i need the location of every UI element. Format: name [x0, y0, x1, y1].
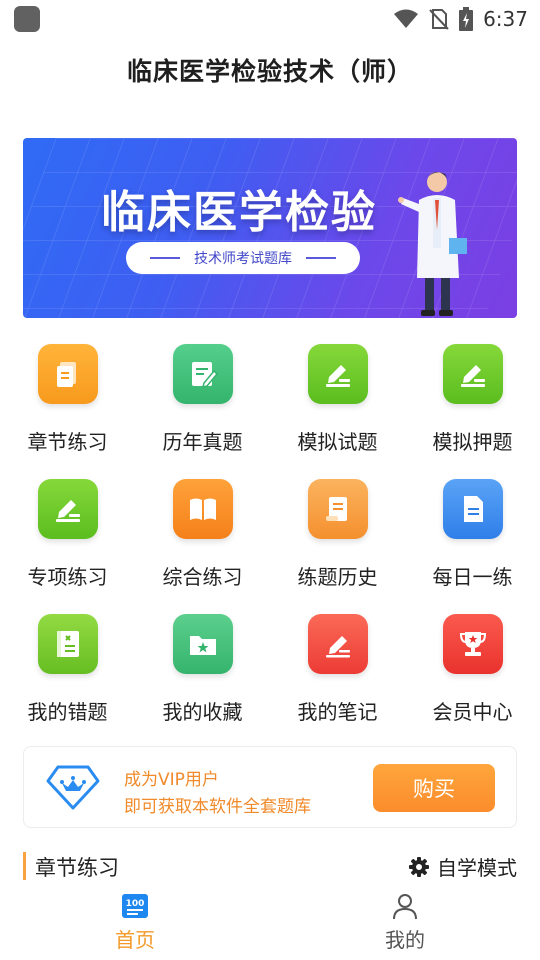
- app-header: 临床医学检验技术（师）: [0, 52, 540, 88]
- section-header: 章节练习 自学模式: [23, 850, 517, 882]
- pencil-note-icon: [307, 614, 368, 674]
- feature-my-notes[interactable]: 我的笔记: [270, 610, 405, 745]
- study-mode-label: 自学模式: [437, 856, 517, 880]
- feature-past-exams[interactable]: 历年真题: [135, 340, 270, 475]
- feature-label: 专项练习: [27, 565, 108, 589]
- feature-label: 每日一练: [432, 565, 513, 589]
- study-mode-toggle[interactable]: 自学模式: [409, 852, 517, 881]
- feature-mock-prediction[interactable]: 模拟押题: [405, 340, 540, 475]
- pencil-paper-icon: [442, 344, 503, 404]
- banner-title: 临床医学检验: [101, 187, 377, 238]
- feature-chapter-practice[interactable]: 章节练习: [0, 340, 135, 475]
- wifi-icon: [394, 9, 419, 28]
- feature-my-mistakes[interactable]: 我的错题: [0, 610, 135, 745]
- trophy-icon: [442, 614, 503, 674]
- feature-label: 历年真题: [162, 430, 243, 454]
- feature-grid: 章节练习 历年真题 模拟试题 模拟押题 专项练习 综合练习 练题历史 每日一练 …: [0, 340, 540, 745]
- feature-label: 会员中心: [432, 700, 513, 724]
- feature-label: 模拟押题: [432, 430, 513, 454]
- vip-description: 即可获取本软件全套题库: [124, 797, 311, 817]
- status-time: 6:37: [483, 7, 528, 31]
- home-100-icon: 100: [122, 894, 148, 918]
- feature-member-center[interactable]: 会员中心: [405, 610, 540, 745]
- scroll-icon: [307, 479, 368, 539]
- banner-subtitle-pill: 技术师考试题库: [126, 242, 360, 274]
- document-icon: [37, 344, 98, 404]
- feature-daily-practice[interactable]: 每日一练: [405, 475, 540, 610]
- pill-left-dash: [150, 257, 180, 259]
- pill-right-dash: [306, 257, 336, 259]
- vip-headline: 成为VIP用户: [124, 770, 219, 790]
- feature-mock-exam[interactable]: 模拟试题: [270, 340, 405, 475]
- battery-charging-icon: [459, 7, 474, 31]
- vip-promo-card: 成为VIP用户 即可获取本软件全套题库 购买: [23, 746, 517, 828]
- page-title: 临床医学检验技术（师）: [126, 57, 413, 86]
- pencil-paper-icon: [37, 479, 98, 539]
- feature-label: 章节练习: [27, 430, 108, 454]
- feature-label: 我的收藏: [162, 700, 243, 724]
- app-notification-icon: [14, 6, 40, 32]
- edit-note-icon: [172, 344, 233, 404]
- feature-comprehensive-practice[interactable]: 综合练习: [135, 475, 270, 610]
- status-bar: 6:37: [0, 0, 540, 38]
- vip-diamond-icon: [46, 765, 100, 810]
- status-icons: 6:37: [393, 4, 528, 34]
- feature-practice-history[interactable]: 练题历史: [270, 475, 405, 610]
- nav-home-label: 首页: [115, 928, 155, 952]
- feature-special-practice[interactable]: 专项练习: [0, 475, 135, 610]
- nav-mine-label: 我的: [385, 928, 425, 952]
- nav-home[interactable]: 100 首页: [85, 892, 185, 953]
- doctor-illustration: [398, 172, 467, 316]
- star-folder-icon: [172, 614, 233, 674]
- person-icon: [393, 894, 417, 920]
- section-title: 章节练习: [35, 856, 119, 880]
- nav-mine[interactable]: 我的: [355, 892, 455, 953]
- bottom-navigation: 100 首页 我的: [0, 888, 540, 960]
- feature-my-favorites[interactable]: 我的收藏: [135, 610, 270, 745]
- feature-label: 模拟试题: [297, 430, 378, 454]
- pencil-paper-icon: [307, 344, 368, 404]
- banner-subtitle: 技术师考试题库: [194, 251, 292, 267]
- buy-button[interactable]: 购买: [373, 764, 495, 812]
- gear-icon: [409, 856, 429, 877]
- feature-label: 我的错题: [27, 700, 108, 724]
- feature-label: 综合练习: [162, 565, 243, 589]
- feature-label: 我的笔记: [297, 700, 378, 724]
- svg-text:100: 100: [126, 899, 145, 909]
- wrong-notebook-icon: [37, 614, 98, 674]
- promo-banner[interactable]: 临床医学检验 技术师考试题库: [23, 138, 517, 318]
- feature-label: 练题历史: [297, 565, 378, 589]
- no-sim-icon: [429, 9, 449, 30]
- file-icon: [442, 479, 503, 539]
- book-icon: [172, 479, 233, 539]
- section-accent-bar: [23, 852, 26, 880]
